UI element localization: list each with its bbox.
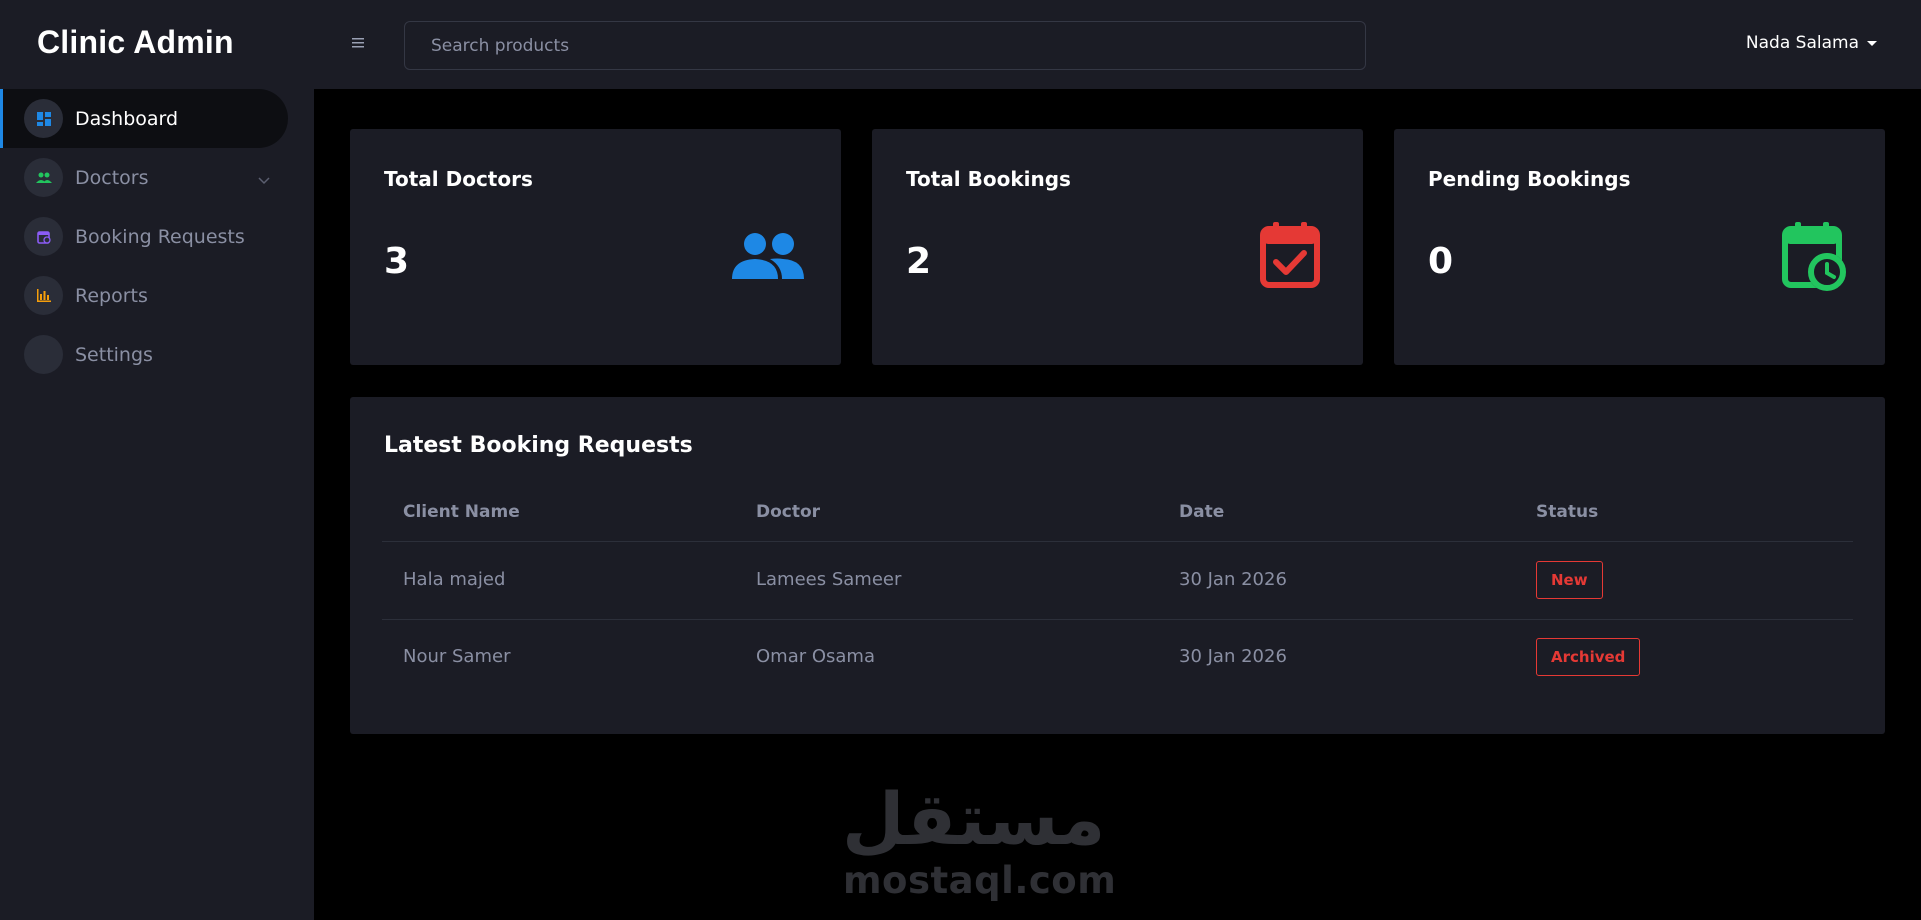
stat-value: 3 [384,241,410,282]
topbar: Nada Salama [314,0,1921,89]
calendar-clock-icon [24,217,63,256]
dashboard-icon [24,99,63,138]
watermark-logo: مستقل [842,777,1106,861]
user-menu[interactable]: Nada Salama [1746,33,1877,53]
sidebar-item-label: Dashboard [75,107,179,130]
sidebar-item-label: Booking Requests [75,225,245,248]
chevron-down-icon [258,170,270,189]
sidebar-item-doctors[interactable]: Doctors [0,148,288,207]
booking-date: 30 Jan 2026 [1179,569,1287,590]
sidebar-item-reports[interactable]: Reports [0,266,288,325]
client-name: Hala majed [403,569,506,590]
latest-bookings-panel: Latest Booking Requests Client Name Doct… [350,397,1885,734]
sidebar-item-booking-requests[interactable]: Booking Requests [0,207,288,266]
calendar-clock-icon [1782,222,1850,298]
client-name: Nour Samer [403,646,511,667]
sidebar-item-label: Doctors [75,166,149,189]
status-badge: Archived [1536,638,1641,676]
doctor-name: Lamees Sameer [756,569,902,590]
app-title: Clinic Admin [37,24,234,60]
stat-title: Pending Bookings [1428,167,1631,191]
sidebar-item-label: Reports [75,284,148,307]
stat-title: Total Doctors [384,167,533,191]
panel-title: Latest Booking Requests [384,433,693,458]
column-header: Doctor [756,502,821,522]
stat-card-pending-bookings: Pending Bookings 0 [1394,129,1885,365]
search-input[interactable] [404,21,1366,70]
watermark-text: mostaql.com [843,859,1117,902]
settings-icon [24,335,63,374]
menu-toggle-icon[interactable] [350,35,366,49]
caret-down-icon [1867,41,1877,46]
sidebar-nav: Dashboard Doctors Booking Requests Repor… [0,89,314,384]
divider [382,541,1853,542]
stat-value: 2 [906,241,932,282]
stat-card-total-doctors: Total Doctors 3 [350,129,841,365]
stat-value: 0 [1428,241,1454,282]
column-header: Client Name [403,502,520,522]
stat-card-total-bookings: Total Bookings 2 [872,129,1363,365]
stat-title: Total Bookings [906,167,1071,191]
users-icon [24,158,63,197]
users-icon [732,232,804,284]
sidebar-item-settings[interactable]: Settings [0,325,288,384]
column-header: Status [1536,502,1599,522]
sidebar-item-dashboard[interactable]: Dashboard [0,89,288,148]
status-badge: New [1536,561,1603,599]
doctor-name: Omar Osama [756,646,875,667]
calendar-check-icon [1260,222,1320,292]
divider [382,619,1853,620]
user-name: Nada Salama [1745,33,1859,53]
sidebar: Clinic Admin Dashboard Doctors Booking R… [0,0,314,920]
column-header: Date [1179,502,1225,522]
bar-chart-icon [24,276,63,315]
booking-date: 30 Jan 2026 [1179,646,1287,667]
sidebar-item-label: Settings [75,343,153,366]
